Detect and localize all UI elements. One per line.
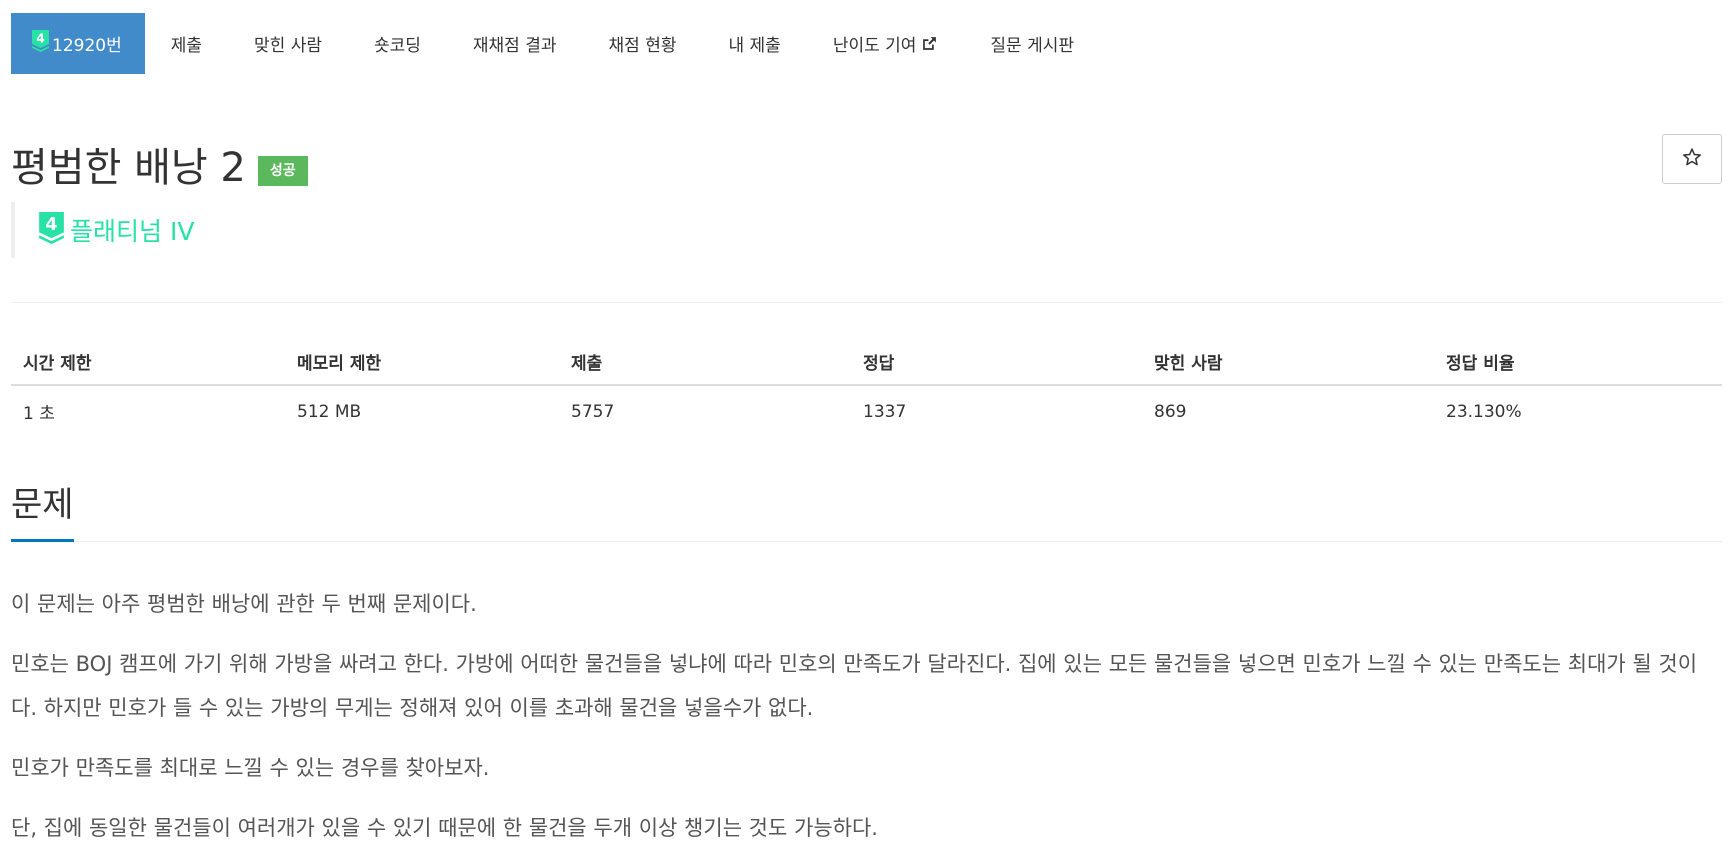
description-paragraph: 단, 집에 동일한 물건들이 여러개가 있을 수 있기 때문에 한 물건을 두개… [11,816,878,840]
tab-problem-label: 12920번 [52,36,122,56]
problem-section-header: 문제 [11,483,1722,542]
header-time-limit: 시간 제한 [11,338,285,386]
tier-number: 4 [36,32,44,46]
tab-label: 맞힌 사람 [254,36,322,56]
tab-my-submissions[interactable]: 내 제출 [702,13,806,74]
tab-label: 질문 게시판 [990,36,1075,56]
time-limit-value: 1 초 [23,404,55,424]
platinum-tier-icon: 4 [32,30,49,57]
tab-label: 숏코딩 [373,36,421,56]
header-accepted: 정답 [851,338,1142,386]
tab-label: 내 제출 [728,36,781,56]
section-title: 문제 [11,483,74,542]
accepted-value: 1337 [863,401,907,422]
tab-short-coding[interactable]: 숏코딩 [348,13,447,74]
problem-title: 평범한 배낭 2 [11,145,246,191]
header-solved-users: 맞힌 사람 [1142,338,1434,386]
tier-link[interactable]: 플래티넘 IV [70,212,194,248]
solved-users-value: 869 [1154,401,1187,422]
tab-question-board[interactable]: 질문 게시판 [964,13,1100,74]
tab-rejudge-results[interactable]: 재채점 결과 [447,13,583,74]
header-memory-limit: 메모리 제한 [285,338,559,386]
submissions-value: 5757 [571,401,615,422]
tier-block: 4 플래티넘 IV [11,202,194,258]
header-accept-rate: 정답 비율 [1434,338,1722,386]
problem-info-table: 시간 제한 메모리 제한 제출 정답 맞힌 사람 정답 비율 1 초 512 M… [11,338,1722,437]
star-icon [1682,147,1702,171]
tab-label: 난이도 기여 [832,36,917,56]
tab-submit[interactable]: 제출 [145,13,228,74]
favorite-button[interactable] [1662,134,1722,184]
accept-rate-value: 23.130% [1446,401,1522,422]
tab-judge-status[interactable]: 채점 현황 [583,13,703,74]
table-header-row: 시간 제한 메모리 제한 제출 정답 맞힌 사람 정답 비율 [11,338,1722,386]
tab-problem[interactable]: 4 12920번 [11,13,145,74]
problem-title-row: 평범한 배낭 2 성공 [11,134,308,188]
problem-menu-tabs: 4 12920번 제출 맞힌 사람 숏코딩 재채점 결과 채점 현황 내 제출 … [11,13,1100,74]
tab-difficulty-contribution[interactable]: 난이도 기여 [807,13,965,74]
problem-description: 이 문제는 아주 평범한 배낭에 관한 두 번째 문제이다. 민호는 BOJ 캠… [11,582,1722,849]
external-link-icon [921,35,938,52]
divider [11,302,1722,303]
status-badge: 성공 [257,156,308,186]
header-submissions: 제출 [559,338,851,386]
memory-limit-value: 512 MB [297,401,362,422]
tab-label: 재채점 결과 [472,36,557,56]
description-paragraph: 이 문제는 아주 평범한 배낭에 관한 두 번째 문제이다. [11,592,477,616]
tab-label: 채점 현황 [608,36,677,56]
tab-label: 제출 [170,36,203,56]
tab-solved-users[interactable]: 맞힌 사람 [228,13,348,74]
tier-number: 4 [45,215,57,235]
platinum-tier-icon: 4 [39,212,64,248]
description-paragraph: 민호가 만족도를 최대로 느낄 수 있는 경우를 찾아보자. [11,756,490,780]
table-row: 1 초 512 MB 5757 1337 869 23.130% [11,385,1722,437]
description-paragraph: 민호는 BOJ 캠프에 가기 위해 가방을 싸려고 한다. 가방에 어떠한 물건… [11,652,1698,720]
